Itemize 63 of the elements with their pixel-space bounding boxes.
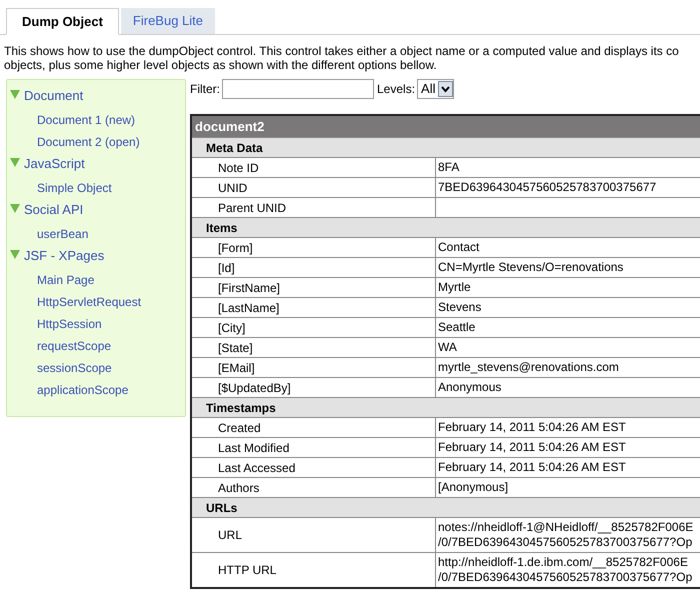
- field-name-cell: HTTP URL: [192, 553, 436, 587]
- field-value-text: /0/7BED6396430457560525783700375677?Op: [438, 570, 692, 585]
- triangle-down-icon[interactable]: [10, 204, 20, 213]
- tree-item-link[interactable]: requestScope: [37, 337, 112, 355]
- field-name-cell: URL: [192, 518, 436, 552]
- field-value-text: myrtle_stevens@renovations.com: [438, 360, 619, 375]
- field-value-text: February 14, 2011 5:04:26 AM EST: [438, 420, 626, 435]
- filter-input[interactable]: [222, 79, 374, 99]
- tree-item-link[interactable]: userBean: [37, 225, 88, 243]
- description-text: objects, plus some higher level objects as shown with the different options bellow.: [4, 58, 438, 72]
- field-value-text: http://nheidloff-1.de.ibm.com/__8525782F006E: [438, 555, 689, 570]
- field-value-text: CN=Myrtle Stevens/O=renovations: [438, 260, 624, 275]
- tab[interactable]: FireBug Lite: [120, 8, 215, 34]
- field-value-text: /0/7BED6396430457560525783700375677?Op: [438, 535, 694, 550]
- section-header: Timestamps: [192, 397, 700, 417]
- tree-item-link[interactable]: Document 1 (new): [37, 111, 136, 129]
- tree-item-link[interactable]: HttpSession: [37, 315, 102, 333]
- triangle-down-icon[interactable]: [10, 250, 20, 259]
- triangle-down-icon[interactable]: [10, 158, 20, 167]
- field-name-cell: [City]: [192, 318, 436, 337]
- field-value-text: Contact: [438, 240, 480, 255]
- description-text: This shows how to use the dumpObject control. This control takes either a object name or a computed value and displays its co: [4, 44, 680, 58]
- field-name-cell: [EMail]: [192, 358, 436, 377]
- field-name-cell: Note ID: [192, 158, 436, 177]
- filter-label: Filter:: [190, 81, 220, 98]
- field-value-text: WA: [438, 340, 457, 355]
- field-name-cell: [FirstName]: [192, 278, 436, 297]
- tree-item-link[interactable]: Main Page: [37, 271, 94, 289]
- tab[interactable]: Dump Object: [6, 8, 119, 35]
- field-name-cell: Last Modified: [192, 438, 436, 457]
- section-header: URLs: [192, 497, 700, 517]
- tree-group-link[interactable]: Social API: [24, 203, 84, 217]
- field-name-cell: [State]: [192, 338, 436, 357]
- field-name-cell: Created: [192, 418, 436, 437]
- levels-label: Levels:: [377, 81, 416, 98]
- triangle-down-icon[interactable]: [10, 90, 20, 99]
- field-name-cell: [LastName]: [192, 298, 436, 317]
- field-name-cell: Last Accessed: [192, 458, 436, 477]
- field-value-text: [Anonymous]: [438, 480, 508, 495]
- tree-group-link[interactable]: Document: [24, 89, 84, 103]
- tree-item-link[interactable]: Simple Object: [37, 179, 112, 197]
- section-header: Items: [192, 217, 700, 237]
- field-name-cell: [Form]: [192, 238, 436, 257]
- tree-item-link[interactable]: HttpServletRequest: [37, 293, 142, 311]
- field-value-text: 7BED6396430457560525783700375677: [438, 180, 656, 195]
- field-name-cell: [Id]: [192, 258, 436, 277]
- tree-group-link[interactable]: JavaScript: [24, 157, 85, 171]
- tree-item-link[interactable]: sessionScope: [37, 359, 112, 377]
- tree-item-link[interactable]: Document 2 (open): [37, 133, 140, 151]
- tree-group-link[interactable]: JSF - XPages: [24, 249, 104, 263]
- field-value-text: notes://nheidloff-1@NHeidloff/__8525782F006E: [438, 520, 694, 535]
- field-value-text: Anonymous: [438, 380, 502, 395]
- field-value-text: Myrtle: [438, 280, 471, 295]
- field-value-text: Seattle: [438, 320, 476, 335]
- levels-select[interactable]: All: [417, 79, 454, 99]
- table-title: document2: [192, 116, 700, 137]
- section-header: Meta Data: [192, 137, 700, 157]
- field-value-text: 8FA: [438, 160, 460, 175]
- field-value-text: Stevens: [438, 300, 482, 315]
- field-value-text: February 14, 2011 5:04:26 AM EST: [438, 460, 626, 475]
- tree-item-link[interactable]: applicationScope: [37, 381, 128, 399]
- field-name-cell: UNID: [192, 178, 436, 197]
- field-value-text: February 14, 2011 5:04:26 AM EST: [438, 440, 626, 455]
